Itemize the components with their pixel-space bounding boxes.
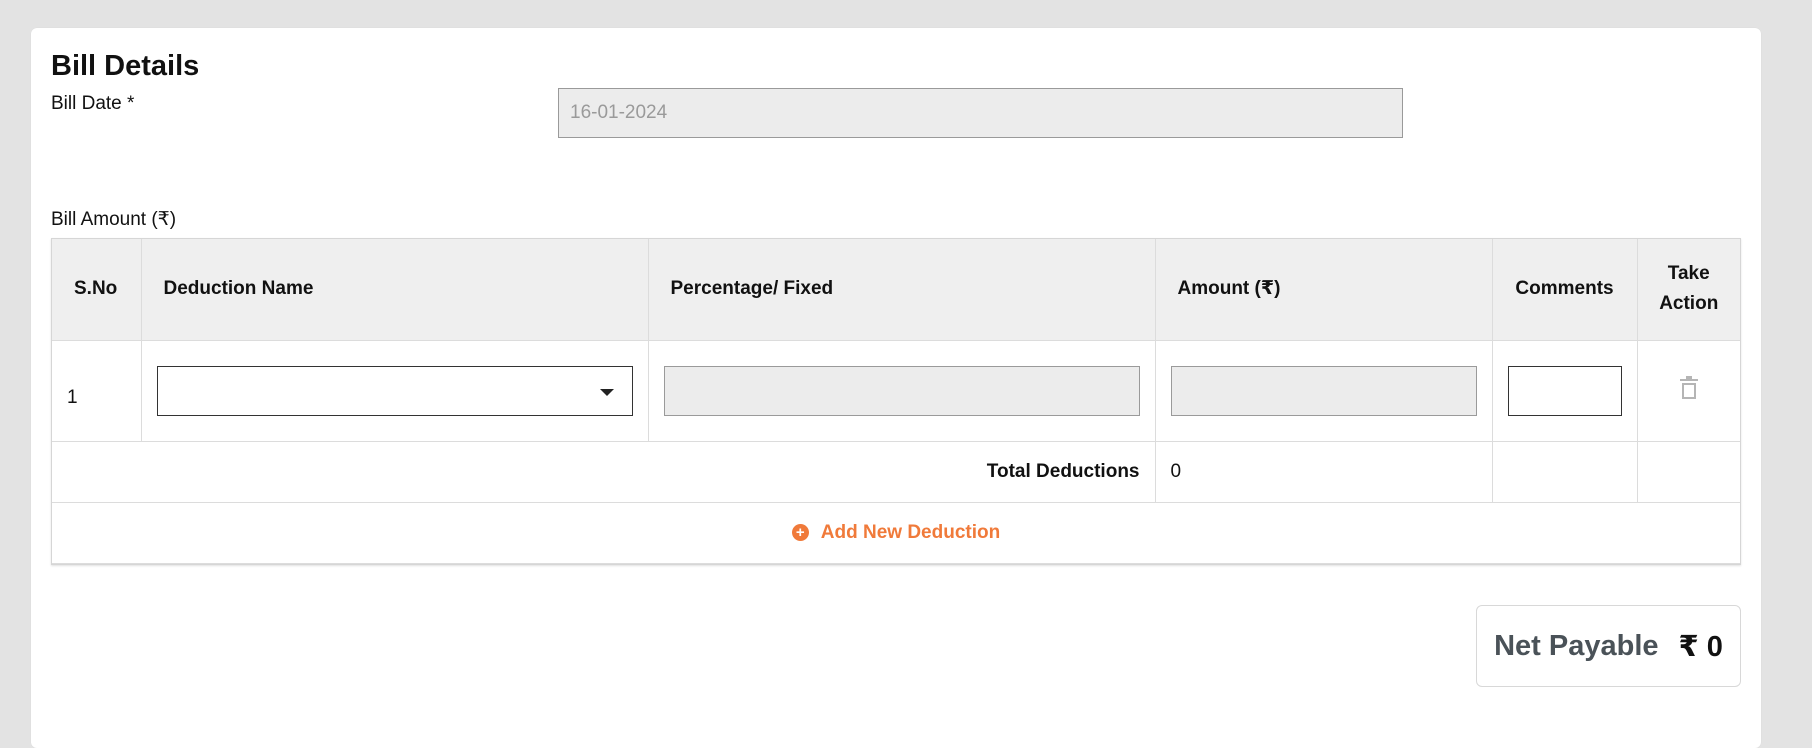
total-deductions-value: 0	[1154, 440, 1493, 503]
amount-cell	[1154, 339, 1493, 442]
percentage-fixed-input	[663, 365, 1140, 416]
percentage-fixed-cell	[647, 339, 1156, 442]
take-action-cell	[1636, 339, 1740, 442]
trash-icon[interactable]	[1679, 376, 1699, 400]
comments-cell	[1491, 339, 1638, 442]
deduction-name-cell	[140, 339, 649, 442]
row-sno: 1	[52, 339, 142, 442]
add-deduction-row: + Add New Deduction	[52, 501, 1740, 564]
total-deductions-row: Total Deductions 0	[52, 440, 1740, 503]
net-payable-value: ₹ 0	[1678, 630, 1723, 663]
total-empty-cell	[1491, 440, 1638, 503]
net-payable-box: Net Payable ₹ 0	[1476, 605, 1741, 687]
bill-date-input[interactable]: 16-01-2024	[558, 88, 1403, 138]
column-header-amount: Amount (₹)	[1154, 239, 1493, 341]
bill-amount-label: Bill Amount (₹)	[51, 209, 177, 230]
table-row: 1	[52, 339, 1740, 442]
total-empty-cell	[1636, 440, 1740, 503]
plus-circle-icon: +	[791, 524, 809, 541]
comments-input[interactable]	[1507, 365, 1622, 416]
bill-details-card: Bill Details Bill Date * 16-01-2024 Bill…	[31, 28, 1761, 748]
total-deductions-label: Total Deductions	[52, 440, 1156, 503]
column-header-comments: Comments	[1491, 239, 1638, 341]
bill-date-label: Bill Date *	[51, 93, 135, 114]
amount-input	[1170, 365, 1477, 416]
caret-down-icon	[599, 388, 614, 396]
column-header-sno: S.No	[52, 239, 142, 341]
add-new-deduction-label: Add New Deduction	[820, 521, 1001, 543]
deductions-table: S.No Deduction Name Percentage/ Fixed Am…	[51, 238, 1741, 565]
column-header-deduction-name: Deduction Name	[140, 239, 649, 341]
column-header-take-action: Take Action	[1636, 239, 1740, 341]
deduction-name-select[interactable]	[156, 365, 633, 416]
add-deduction-cell: + Add New Deduction	[52, 501, 1740, 564]
add-new-deduction-button[interactable]: + Add New Deduction	[791, 521, 1001, 544]
column-header-percentage-fixed: Percentage/ Fixed	[647, 239, 1156, 341]
page-title: Bill Details	[51, 50, 200, 82]
net-payable-label: Net Payable	[1494, 629, 1659, 662]
table-header-row: S.No Deduction Name Percentage/ Fixed Am…	[52, 239, 1740, 341]
